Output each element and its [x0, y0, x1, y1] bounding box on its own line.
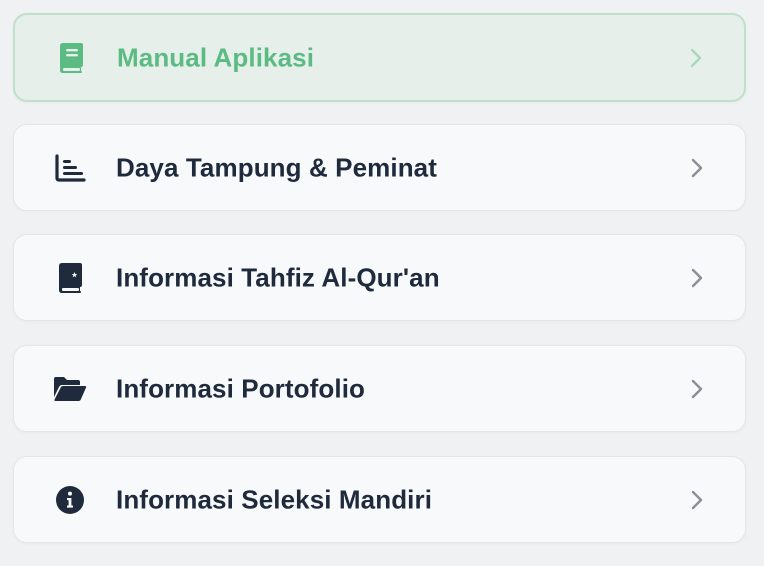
menu-item-manual-aplikasi[interactable]: Manual Aplikasi — [13, 13, 746, 102]
chevron-right-icon — [687, 266, 707, 290]
chevron-right-icon — [687, 488, 707, 512]
chevron-right-icon — [687, 156, 707, 180]
chevron-right-icon — [687, 377, 707, 401]
menu-item-label: Informasi Portofolio — [116, 373, 365, 403]
menu-item-daya-tampung[interactable]: Daya Tampung & Peminat — [13, 124, 746, 211]
menu-item-label: Informasi Tahfiz Al-Qur'an — [116, 262, 440, 292]
menu-item-label: Manual Aplikasi — [117, 42, 315, 72]
folder-open-icon — [52, 371, 88, 407]
chart-icon — [52, 150, 88, 186]
book-icon — [53, 40, 89, 76]
menu-item-tahfiz[interactable]: Informasi Tahfiz Al-Qur'an — [13, 234, 746, 321]
quran-icon — [52, 260, 88, 296]
menu-list: Manual Aplikasi Daya Tampung & Peminat I… — [0, 0, 764, 566]
chevron-right-icon — [686, 46, 706, 70]
menu-item-portofolio[interactable]: Informasi Portofolio — [13, 345, 746, 432]
menu-item-label: Daya Tampung & Peminat — [116, 152, 438, 182]
info-icon — [52, 482, 88, 518]
menu-item-seleksi-mandiri[interactable]: Informasi Seleksi Mandiri — [13, 456, 746, 543]
menu-item-label: Informasi Seleksi Mandiri — [116, 484, 433, 514]
